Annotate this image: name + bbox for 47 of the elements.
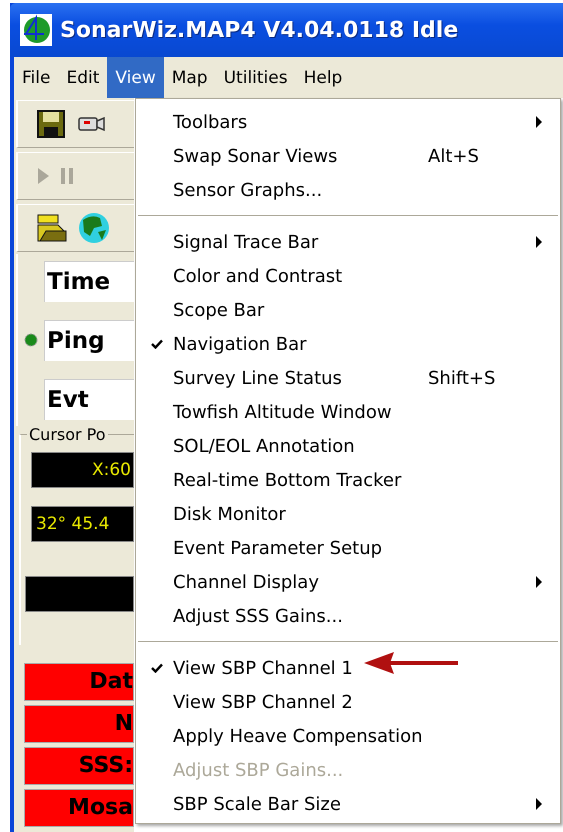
menu-item[interactable]: Navigation Bar (136, 327, 560, 361)
menu-item[interactable]: Survey Line Status Shift+S (136, 361, 560, 395)
menu-item[interactable]: Towfish Altitude Window (136, 395, 560, 429)
window-title: SonarWiz.MAP4 V4.04.0118 Idle (60, 18, 458, 42)
menu-item[interactable]: Adjust SSS Gains... (136, 599, 560, 633)
submenu-arrow-icon (536, 116, 542, 128)
menu-item[interactable]: Event Parameter Setup (136, 531, 560, 565)
menu-item[interactable]: Real-time Bottom Tracker (136, 463, 560, 497)
menu-item[interactable]: Disk Monitor (136, 497, 560, 531)
status-led-icon (24, 333, 38, 347)
globe-icon (20, 14, 52, 46)
menu-bar-item[interactable]: File (14, 57, 58, 98)
checkmark-icon (150, 663, 162, 673)
folder-icon[interactable] (36, 213, 68, 243)
menu-bar-item[interactable]: Edit (58, 57, 108, 98)
status-indicator: SSS: (24, 747, 134, 785)
menu-bar-item[interactable]: Utilities (216, 57, 296, 98)
submenu-arrow-icon (536, 798, 542, 810)
menu-item[interactable]: Color and Contrast (136, 259, 560, 293)
menu-item[interactable]: Signal Trace Bar (136, 225, 560, 259)
globe-icon[interactable] (78, 212, 110, 244)
menu-bar-item[interactable]: View (107, 57, 164, 98)
position-readout: X:60 (31, 452, 134, 488)
menu-item[interactable]: Apply Heave Compensation (136, 719, 560, 753)
checkmark-icon (150, 339, 162, 349)
readout-field: Time (44, 260, 134, 302)
menu-bar-item[interactable]: Help (296, 57, 350, 98)
status-indicator: Dat (24, 663, 134, 701)
camera-icon[interactable] (76, 114, 106, 134)
readout-field: Ping (44, 320, 134, 360)
menu-item[interactable]: Toolbars (136, 105, 560, 139)
menu-item[interactable]: Scope Bar (136, 293, 560, 327)
status-indicator: N (24, 705, 134, 743)
submenu-arrow-icon (536, 236, 542, 248)
readout-field: Evt (44, 378, 134, 420)
menu-item[interactable]: View SBP Channel 1 (136, 651, 560, 685)
menu-item[interactable]: Sensor Graphs... (136, 173, 560, 207)
save-icon[interactable] (36, 109, 66, 139)
menu-bar-item[interactable]: Map (164, 57, 216, 98)
submenu-arrow-icon (536, 576, 542, 588)
menu-item[interactable]: Channel Display (136, 565, 560, 599)
menu-item[interactable]: Swap Sonar Views Alt+S (136, 139, 560, 173)
menu-item[interactable]: SBP Scale Bar Size (136, 787, 560, 821)
status-indicator: Mosa (24, 789, 134, 827)
menu-item[interactable]: SOL/EOL Annotation (136, 429, 560, 463)
position-readout: 32° 45.4 (31, 506, 134, 542)
menu-item[interactable]: View SBP Channel 2 (136, 685, 560, 719)
